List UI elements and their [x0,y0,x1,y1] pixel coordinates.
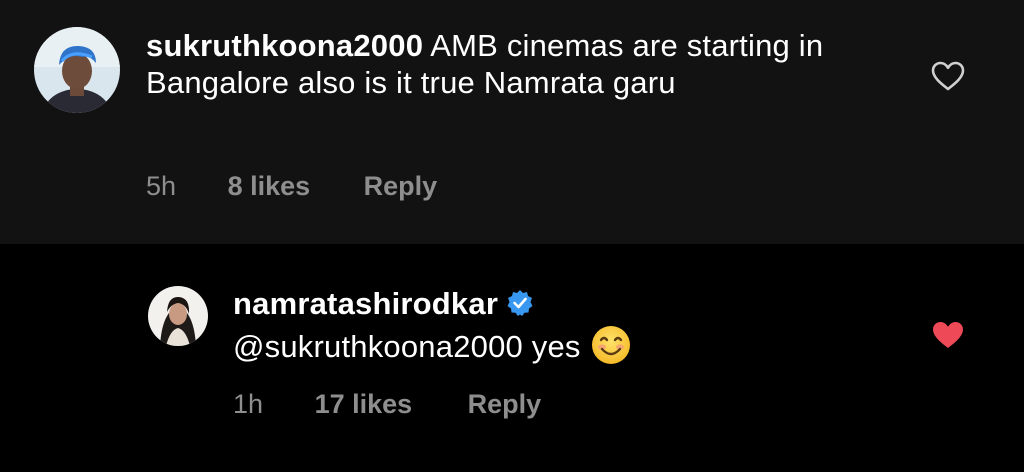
avatar[interactable] [34,27,120,113]
comment-body: @sukruthkoona2000 yes [233,329,581,364]
comment-item: sukruthkoona2000 AMB cinemas are startin… [0,0,1024,244]
verified-badge-icon [506,288,534,325]
reply-button[interactable]: Reply [468,389,542,420]
comment-timestamp: 5h [146,171,177,201]
comment-meta: 1h 17 likes Reply [233,389,541,420]
avatar[interactable] [148,286,208,346]
comment-meta: 5h 8 likes Reply [146,171,437,202]
likes-count[interactable]: 17 likes [315,389,413,420]
comment-username[interactable]: namratashirodkar [233,286,498,321]
comments-screen: sukruthkoona2000 AMB cinemas are startin… [0,0,1024,472]
comment-timestamp: 1h [233,389,264,419]
reply-button[interactable]: Reply [364,171,438,202]
comment-text: namratashirodkar @sukruthkoona2000 yes [233,285,933,373]
likes-count[interactable]: 8 likes [228,171,311,202]
comment-username[interactable]: sukruthkoona2000 [146,28,423,63]
comment-text: sukruthkoona2000 AMB cinemas are startin… [146,27,886,101]
heart-filled-icon[interactable] [931,320,965,355]
heart-outline-icon[interactable] [931,61,965,96]
smiling-face-emoji [591,325,631,373]
